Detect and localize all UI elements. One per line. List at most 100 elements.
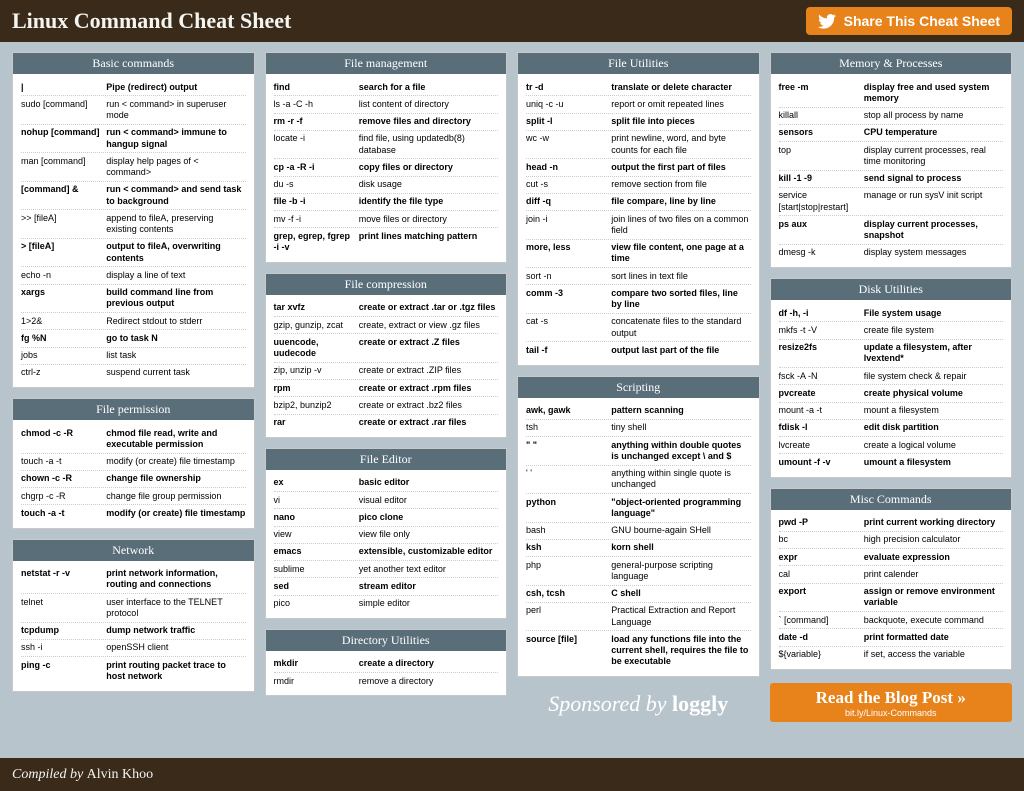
command-row: bashGNU bourne-again SHell — [526, 523, 751, 540]
column-2: File managementfindsearch for a filels -… — [265, 52, 508, 758]
command-desc: load any functions file into the current… — [611, 634, 750, 668]
command-row: cut -sremove section from file — [526, 177, 751, 194]
command-row: [command] &run < command> and send task … — [21, 182, 246, 211]
card-title: File management — [266, 53, 507, 74]
card-fileperm: File permissionchmod -c -Rchmod file rea… — [12, 398, 255, 529]
command-name: > [fileA] — [21, 241, 106, 264]
command-desc: pico clone — [359, 512, 498, 523]
command-row: tr -dtranslate or delete character — [526, 79, 751, 96]
command-row: exbasic editor — [274, 475, 499, 492]
card-title: Scripting — [518, 377, 759, 398]
command-desc: run < command> immune to hangup signal — [106, 127, 245, 150]
command-desc: anything within single quote is unchange… — [611, 468, 750, 491]
command-desc: display help pages of < command> — [106, 156, 245, 179]
command-row: netstat -r -vprint network information, … — [21, 566, 246, 595]
command-row: ` [command]backquote, execute command — [779, 612, 1004, 629]
command-row: calprint calender — [779, 566, 1004, 583]
command-name: gzip, gunzip, zcat — [274, 320, 359, 331]
command-desc: stream editor — [359, 581, 498, 592]
command-row: nanopico clone — [274, 509, 499, 526]
command-desc: report or omit repeated lines — [611, 99, 750, 110]
command-name: mount -a -t — [779, 405, 864, 416]
command-desc: modify (or create) file timestamp — [106, 456, 245, 467]
blog-button[interactable]: Read the Blog Post » bit.ly/Linux-Comman… — [770, 683, 1013, 722]
command-row: rpmcreate or extract .rpm files — [274, 380, 499, 397]
command-desc: create physical volume — [864, 388, 1003, 399]
command-row: touch -a -tmodify (or create) file times… — [21, 454, 246, 471]
command-desc: display a line of text — [106, 270, 245, 281]
command-name: >> [fileA] — [21, 213, 106, 236]
command-name: view — [274, 529, 359, 540]
content-grid: Basic commands|Pipe (redirect) outputsud… — [0, 42, 1024, 758]
command-name: more, less — [526, 242, 611, 265]
command-desc: display free and used system memory — [864, 82, 1003, 105]
card-title: Memory & Processes — [771, 53, 1012, 74]
command-desc: create or extract .ZIP files — [359, 365, 498, 376]
command-desc: print network information, routing and c… — [106, 568, 245, 591]
command-row: chgrp -c -Rchange file group permission — [21, 488, 246, 505]
card-compress: File compressiontar xvfzcreate or extrac… — [265, 273, 508, 438]
command-desc: print lines matching pattern — [359, 231, 498, 254]
command-name: fdisk -l — [779, 422, 864, 433]
command-row: 1>2&Redirect stdout to stderr — [21, 313, 246, 330]
command-desc: change file group permission — [106, 491, 245, 502]
command-row: join -ijoin lines of two files on a comm… — [526, 211, 751, 240]
command-row: sudo [command]run < command> in superuse… — [21, 96, 246, 125]
command-name: csh, tcsh — [526, 588, 611, 599]
sponsor-name: loggly — [672, 691, 728, 716]
command-desc: general-purpose scripting language — [611, 560, 750, 583]
command-row: exportassign or remove environment varia… — [779, 584, 1004, 613]
command-name: cat -s — [526, 316, 611, 339]
command-name: top — [779, 145, 864, 168]
command-desc: copy files or directory — [359, 162, 498, 173]
card-title: Disk Utilities — [771, 279, 1012, 300]
command-row: ssh -iopenSSH client — [21, 640, 246, 657]
command-row: umount -f -vumount a filesystem — [779, 454, 1004, 470]
command-name: export — [779, 586, 864, 609]
command-desc: stop all process by name — [864, 110, 1003, 121]
command-desc: evaluate expression — [864, 552, 1003, 563]
command-row: uniq -c -ureport or omit repeated lines — [526, 96, 751, 113]
command-row: ctrl-zsuspend current task — [21, 365, 246, 381]
command-desc: create or extract .rar files — [359, 417, 498, 428]
command-row: vivisual editor — [274, 492, 499, 509]
command-name: echo -n — [21, 270, 106, 281]
command-row: zip, unzip -vcreate or extract .ZIP file… — [274, 363, 499, 380]
card-filemgmt: File managementfindsearch for a filels -… — [265, 52, 508, 263]
command-name: php — [526, 560, 611, 583]
command-name: join -i — [526, 214, 611, 237]
command-row: ping -cprint routing packet trace to hos… — [21, 657, 246, 685]
command-row: topdisplay current processes, real time … — [779, 142, 1004, 171]
page-header: Linux Command Cheat Sheet Share This Che… — [0, 0, 1024, 42]
command-desc: print routing packet trace to host netwo… — [106, 660, 245, 683]
command-row: fg %Ngo to task N — [21, 330, 246, 347]
command-name: sensors — [779, 127, 864, 138]
command-row: chown -c -Rchange file ownership — [21, 471, 246, 488]
command-name: tsh — [526, 422, 611, 433]
command-row: lvcreatecreate a logical volume — [779, 437, 1004, 454]
command-desc: move files or directory — [359, 214, 498, 225]
command-desc: create or extract .Z files — [359, 337, 498, 360]
command-desc: print calender — [864, 569, 1003, 580]
command-desc: disk usage — [359, 179, 498, 190]
share-button[interactable]: Share This Cheat Sheet — [806, 7, 1012, 35]
command-name: ksh — [526, 542, 611, 553]
command-desc: output to fileA, overwriting contents — [106, 241, 245, 264]
command-row: perlPractical Extraction and Report Lang… — [526, 603, 751, 632]
command-desc: remove section from file — [611, 179, 750, 190]
command-desc: GNU bourne-again SHell — [611, 525, 750, 536]
command-row: grep, egrep, fgrep -i -vprint lines matc… — [274, 228, 499, 256]
command-name: jobs — [21, 350, 106, 361]
command-name: rmdir — [274, 676, 359, 687]
command-name: xargs — [21, 287, 106, 310]
command-desc: high precision calculator — [864, 534, 1003, 545]
footer-prefix: Compiled by — [12, 767, 83, 783]
command-desc: sort lines in text file — [611, 271, 750, 282]
command-name: tcpdump — [21, 625, 106, 636]
command-desc: create or extract .tar or .tgz files — [359, 302, 498, 313]
command-desc: append to fileA, preserving existing con… — [106, 213, 245, 236]
command-name: ` [command] — [779, 615, 864, 626]
command-name: nohup [command] — [21, 127, 106, 150]
command-desc: compare two sorted files, line by line — [611, 288, 750, 311]
command-row: tcpdumpdump network traffic — [21, 623, 246, 640]
